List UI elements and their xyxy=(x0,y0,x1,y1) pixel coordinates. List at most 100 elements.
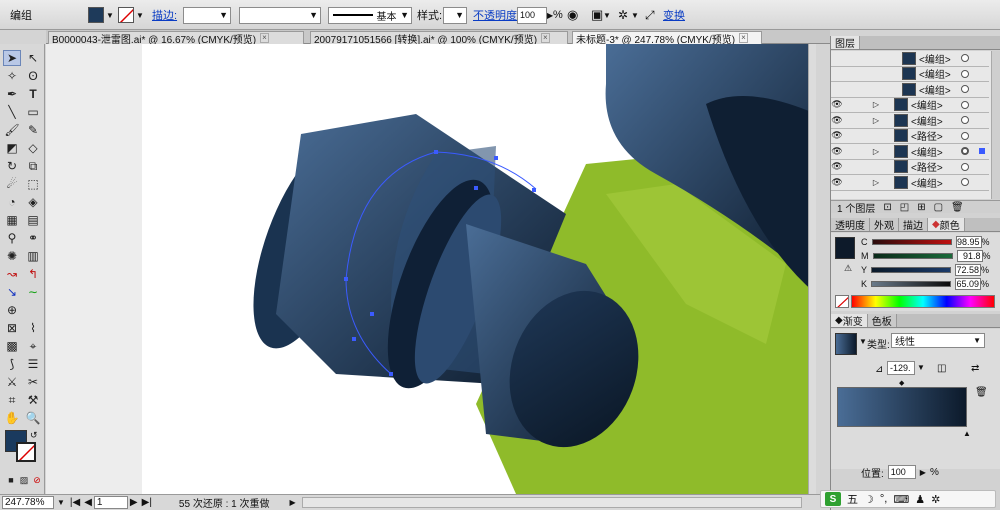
zig-zag-icon[interactable]: ⟆ xyxy=(3,356,21,372)
eraser-tool-icon[interactable]: ◇ xyxy=(24,140,42,156)
eye-icon[interactable]: 👁 xyxy=(831,177,843,188)
artboard-tool-icon[interactable]: ⊠ xyxy=(3,320,21,336)
fill-color-control[interactable]: ▼ xyxy=(88,6,114,24)
target-icon[interactable] xyxy=(961,131,969,140)
crop-tool-icon[interactable]: ⌗ xyxy=(3,392,21,408)
puppet-warp-icon[interactable]: ✲ xyxy=(618,6,628,24)
list-tool-icon[interactable]: ☰ xyxy=(24,356,42,372)
slider-track[interactable] xyxy=(871,267,952,273)
layers-scrollbar[interactable] xyxy=(991,51,1000,199)
lasso-tool-icon[interactable]: ʘ xyxy=(24,68,42,84)
fill-swatch[interactable] xyxy=(88,7,104,23)
selection-indicator[interactable] xyxy=(979,148,985,155)
perspective-grid-tool-icon[interactable]: ▦ xyxy=(3,212,21,228)
paintbrush-tool-icon[interactable]: 🖌 xyxy=(3,122,21,138)
none-mode-icon[interactable]: ⊘ xyxy=(28,472,46,488)
target-icon[interactable] xyxy=(961,178,969,187)
align-icon[interactable]: ▣ xyxy=(591,6,603,24)
layer-name[interactable]: <编组> xyxy=(911,97,943,112)
warp-tool-icon[interactable]: ☄ xyxy=(3,176,21,192)
chevron-down-icon[interactable]: ▼ xyxy=(859,337,867,346)
target-icon[interactable] xyxy=(961,147,969,156)
eyedropper-tool-icon[interactable]: ⚲ xyxy=(3,230,21,246)
target-icon[interactable] xyxy=(961,85,969,94)
tab-stroke[interactable]: 描边 xyxy=(899,218,928,232)
opacity-label-link[interactable]: 不透明度: xyxy=(473,6,520,24)
reverse-gradient-icon[interactable]: ⇄ xyxy=(971,363,979,374)
next-page-icon[interactable]: ▶ xyxy=(130,497,138,508)
chevron-down-icon[interactable]: ▼ xyxy=(136,11,144,20)
layer-name[interactable]: <编组> xyxy=(911,113,943,128)
close-icon[interactable]: × xyxy=(260,33,269,43)
gradient-tool-icon[interactable]: ▤ xyxy=(24,212,42,228)
moon-icon[interactable]: ☽ xyxy=(864,493,874,506)
new-layer-icon[interactable]: ▢ xyxy=(934,202,943,213)
slider-m[interactable]: M 91.8% xyxy=(861,249,999,263)
keyboard-icon[interactable]: ⌨ xyxy=(893,493,909,506)
value-field[interactable]: 72.58 xyxy=(955,264,982,276)
slider-k[interactable]: K 65.09% xyxy=(861,277,999,291)
zoom-field[interactable]: 247.78% xyxy=(2,496,54,509)
delete-stop-icon[interactable]: 🗑 xyxy=(975,387,988,398)
disclosure-triangle-icon[interactable]: ▷ xyxy=(855,147,879,156)
swap-colors-icon[interactable]: ↺ xyxy=(30,430,38,441)
chevron-down-icon[interactable]: ▼ xyxy=(603,6,611,24)
blend-tool-icon[interactable]: ⚭ xyxy=(24,230,42,246)
blob-brush-tool-icon[interactable]: ◩ xyxy=(3,140,21,156)
color-stop-icon[interactable]: ▲ xyxy=(963,429,971,438)
zoom-tool-icon[interactable]: 🔍 xyxy=(24,410,42,426)
smooth-path-icon[interactable]: ∼ xyxy=(24,284,42,300)
opacity-input[interactable]: 100 xyxy=(517,6,547,24)
scissors-tool-icon[interactable]: ✂ xyxy=(24,374,42,390)
layer-row-selected[interactable]: 👁 ▷ <编组> xyxy=(831,144,989,160)
target-icon[interactable] xyxy=(961,69,969,78)
chevron-down-icon[interactable]: ▼ xyxy=(106,11,114,20)
color-spectrum-ramp[interactable] xyxy=(851,295,995,308)
scale-tool-icon[interactable]: ⧉ xyxy=(24,158,42,174)
eye-icon[interactable]: 👁 xyxy=(831,130,843,141)
layer-row[interactable]: 👁 ▷ <编组> xyxy=(831,113,989,129)
eye-icon[interactable]: 👁 xyxy=(831,146,843,157)
measure-tool-icon[interactable]: ⚒ xyxy=(24,392,42,408)
current-color-swatch[interactable] xyxy=(835,237,855,259)
close-icon[interactable]: × xyxy=(541,33,550,43)
shape-builder-tool-icon[interactable]: ◔ xyxy=(3,194,21,210)
midpoint-diamond-icon[interactable]: ◆ xyxy=(899,379,904,387)
knife-tool-icon[interactable]: ⚔ xyxy=(3,374,21,390)
tab-swatches[interactable]: 色板 xyxy=(867,314,897,328)
variable-width-dropdown[interactable]: ▼ xyxy=(239,6,321,24)
gradient-thumbnail[interactable] xyxy=(835,333,857,355)
type-tool-icon[interactable]: T xyxy=(24,86,42,102)
slider-track[interactable] xyxy=(871,239,952,245)
chevron-down-icon[interactable]: ▼ xyxy=(917,363,925,372)
layer-row[interactable]: <编组> xyxy=(831,82,989,98)
stroke-swatch-none[interactable] xyxy=(118,7,134,23)
value-field[interactable]: 65.09 xyxy=(955,278,982,290)
ime-mode-label[interactable]: 五 xyxy=(847,491,858,507)
settings-icon[interactable]: ✲ xyxy=(931,493,940,506)
add-anchor-point-icon[interactable]: ↝ xyxy=(3,266,21,282)
punctuation-icon[interactable]: °, xyxy=(880,493,887,505)
stroke-color-control[interactable]: ▼ xyxy=(118,6,144,24)
close-icon[interactable]: × xyxy=(739,33,748,43)
angle-field[interactable]: -129. xyxy=(887,361,915,375)
target-icon[interactable] xyxy=(961,116,969,125)
slider-track[interactable] xyxy=(871,281,952,287)
layer-name[interactable]: <编组> xyxy=(919,51,951,66)
free-transform-tool-icon[interactable]: ⬚ xyxy=(24,176,42,192)
value-field[interactable]: 91.8 xyxy=(956,250,983,262)
layer-row[interactable]: <编组> xyxy=(831,51,989,67)
slice-tool-icon[interactable]: ⌇ xyxy=(24,320,42,336)
chevron-right-icon[interactable]: ▶ xyxy=(920,468,926,477)
tab-transparency[interactable]: 透明度 xyxy=(831,218,870,232)
style-dropdown[interactable]: ▼ xyxy=(443,6,467,24)
layer-row[interactable]: 👁 <路径> xyxy=(831,159,989,175)
stroke-label-link[interactable]: 描边: xyxy=(152,6,177,24)
first-page-icon[interactable]: |◀ xyxy=(70,497,80,508)
last-page-icon[interactable]: ▶| xyxy=(142,497,152,508)
eye-icon[interactable]: 👁 xyxy=(831,161,843,172)
tab-layers[interactable]: 图层 xyxy=(831,36,860,50)
out-of-gamut-icon[interactable]: ⚠ xyxy=(844,263,852,274)
horizontal-scrollbar[interactable] xyxy=(301,497,802,508)
stroke-weight-dropdown[interactable]: ▼ xyxy=(183,6,231,24)
